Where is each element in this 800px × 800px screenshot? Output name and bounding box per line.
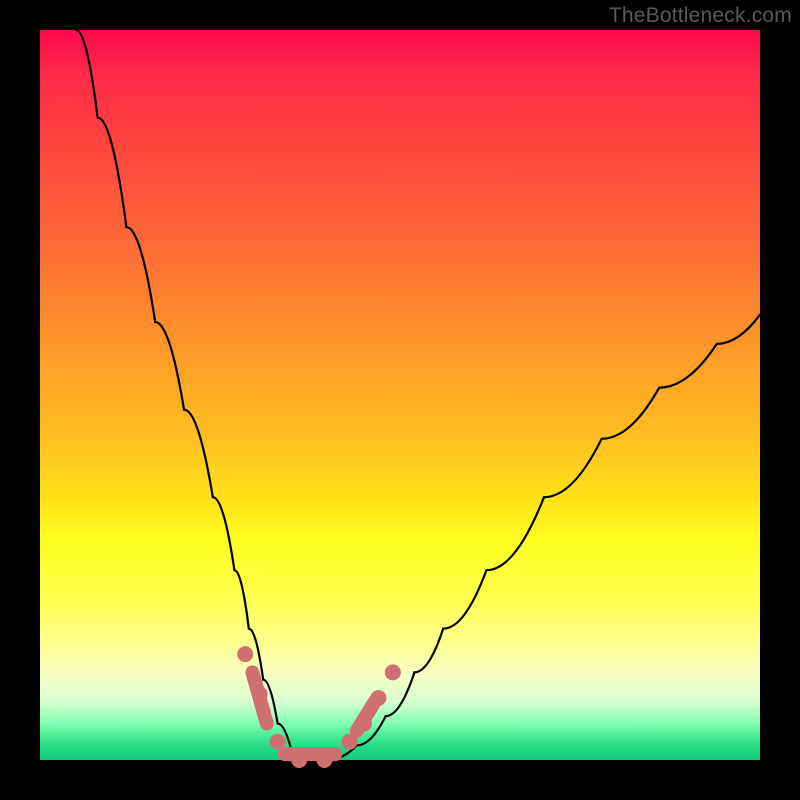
marker-dot: [237, 646, 253, 662]
marker-dot: [270, 734, 286, 750]
chart-stage: TheBottleneck.com: [0, 0, 800, 800]
marker-dot: [316, 752, 332, 768]
marker-dot: [291, 752, 307, 768]
curve-layer: [40, 30, 760, 760]
bottleneck-curve: [76, 30, 760, 760]
bottleneck-plot: [40, 30, 760, 760]
watermark-text: TheBottleneck.com: [609, 4, 792, 28]
marker-dot: [342, 734, 358, 750]
marker-dot: [252, 686, 268, 702]
marker-dot: [356, 716, 372, 732]
marker-dot: [385, 664, 401, 680]
marker-dot: [370, 690, 386, 706]
